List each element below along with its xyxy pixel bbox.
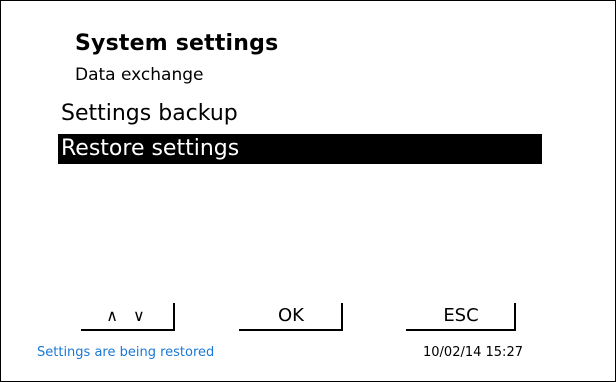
up-down-navigation-button[interactable]: ∧ ∨ <box>81 303 175 331</box>
menu-item-restore-settings[interactable]: Restore settings <box>58 134 542 164</box>
esc-button[interactable]: ESC <box>406 303 516 331</box>
ok-button[interactable]: OK <box>239 303 343 331</box>
up-down-arrows-icon: ∧ ∨ <box>106 306 150 325</box>
esc-button-label: ESC <box>443 305 479 326</box>
device-screen: System settings Data exchange Settings b… <box>0 0 616 382</box>
page-subtitle: Data exchange <box>75 65 204 85</box>
page-title: System settings <box>75 31 279 56</box>
date-time: 10/02/14 15:27 <box>423 345 523 360</box>
menu-item-settings-backup[interactable]: Settings backup <box>58 99 361 129</box>
ok-button-label: OK <box>278 305 304 326</box>
status-message: Settings are being restored <box>37 345 215 360</box>
